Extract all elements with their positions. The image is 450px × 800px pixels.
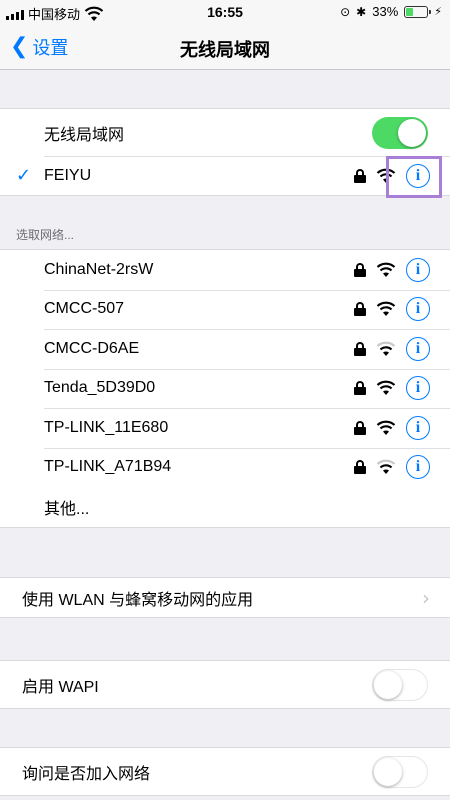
network-name: TP-LINK_11E680 [44,418,169,436]
network-row[interactable]: Tenda_5D39D0 i [0,368,450,409]
network-row[interactable]: ChinaNet-2rsW i [0,250,450,290]
lock-icon [354,420,366,435]
network-name: ChinaNet-2rsW [44,260,154,278]
status-right: ⊙ ✱ 33% ⚡ [340,4,442,19]
wifi-group: 无线局域网 ✓ FEIYU i [0,108,450,196]
network-icons: i [354,257,430,282]
wifi-toggle-row: 无线局域网 [0,109,450,156]
wlan-apps-label: 使用 WLAN 与蜂窝移动网的应用 [22,591,254,609]
choose-network-header: 选取网络... [16,228,75,242]
network-icons: i [354,455,430,480]
ask-join-toggle[interactable] [372,755,428,788]
network-name: TP-LINK_A71B94 [44,458,172,476]
info-icon[interactable]: i [406,257,430,282]
ask-join-label: 询问是否加入网络 [22,765,151,783]
info-icon[interactable]: i [406,336,430,361]
wifi-icon [376,341,396,356]
wlan-apps-row[interactable]: 使用 WLAN 与蜂窝移动网的应用 › [0,578,450,617]
info-icon[interactable]: i [406,455,430,480]
network-name: CMCC-507 [44,300,125,318]
battery-fill [406,7,413,16]
charging-bolt-icon: ⚡ [434,5,442,18]
network-icons: i [354,336,430,361]
status-bar: 中国移动 16:55 ⊙ ✱ 33% ⚡ [0,0,450,24]
network-row[interactable]: TP-LINK_11E680 i [0,408,450,448]
lock-icon [354,381,366,396]
lock-icon [354,262,366,277]
info-icon[interactable]: i [406,376,430,401]
chevron-right-icon: › [422,585,430,610]
wifi-icon [376,380,396,396]
navigation-bar: ❮ 设置 无线局域网 [0,24,450,70]
wlan-apps-group: 使用 WLAN 与蜂窝移动网的应用 › [0,577,450,618]
network-name: CMCC-D6AE [44,339,140,357]
other-network-label: 其他... [44,500,90,518]
connected-network-row[interactable]: ✓ FEIYU i [0,156,450,195]
connected-network-name: FEIYU [44,166,92,184]
other-network-row[interactable]: 其他... [0,487,450,527]
orientation-lock-icon: ⊙ [340,4,351,19]
toggle-knob [398,118,426,147]
toggle-knob [374,670,402,699]
lock-icon [354,460,366,475]
ask-join-row: 询问是否加入网络 [0,748,450,795]
wifi-icon [376,420,396,435]
networks-group: ChinaNet-2rsW i CMCC-507 i CMCC-D6AE i Tenda_5… [0,249,450,528]
bluetooth-icon: ✱ [356,4,367,19]
lock-icon [354,168,366,183]
wifi-icon [376,459,396,475]
battery-percent: 33% [372,4,399,19]
info-icon[interactable]: i [406,415,430,440]
wifi-icon [376,262,396,277]
network-icons: i [354,297,430,322]
wifi-toggle[interactable] [372,116,428,149]
lock-icon [354,341,366,356]
checkmark-icon: ✓ [16,165,32,186]
network-icons: i [354,376,430,401]
wapi-label: 启用 WAPI [22,678,99,696]
network-icons: i [354,415,430,440]
lock-icon [354,302,366,317]
battery-icon [404,5,432,18]
wapi-row: 启用 WAPI [0,661,450,708]
wifi-toggle-label: 无线局域网 [44,126,125,144]
page-title: 无线局域网 [180,40,270,60]
wapi-group: 启用 WAPI [0,660,450,709]
network-row[interactable]: TP-LINK_A71B94 i [0,447,450,488]
network-name: Tenda_5D39D0 [44,379,156,397]
info-icon[interactable]: i [406,297,430,322]
network-row[interactable]: CMCC-D6AE i [0,329,450,369]
highlight-box [386,156,442,198]
toggle-knob [374,757,402,786]
ask-join-group: 询问是否加入网络 [0,747,450,796]
network-row[interactable]: CMCC-507 i [0,289,450,330]
wapi-toggle[interactable] [372,668,428,701]
wifi-icon [376,301,396,317]
